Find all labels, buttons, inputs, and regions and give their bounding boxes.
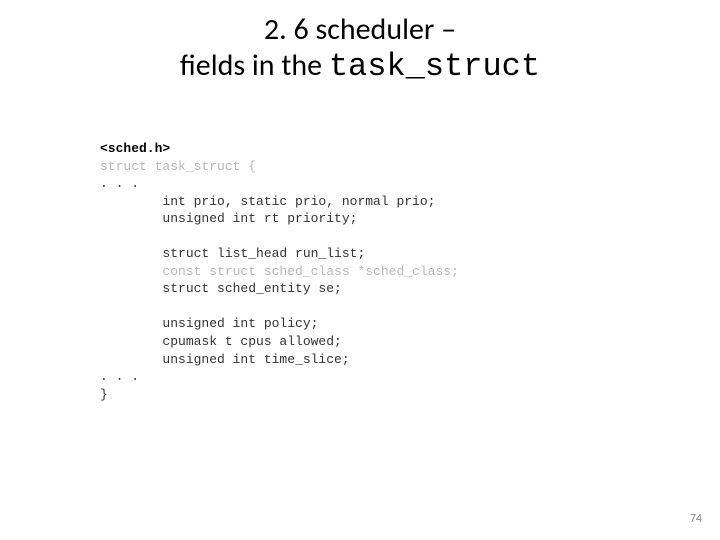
code-listing: <sched.h> struct task_struct { . . . int… [100, 140, 459, 403]
code-line: const struct sched_class *sched_class; [100, 264, 459, 279]
title-line2-prefix: fields in the [180, 47, 329, 84]
code-line: unsigned int rt priority; [100, 211, 357, 226]
slide: 2. 6 scheduler – fields in the task_stru… [0, 0, 720, 540]
code-line: unsigned int policy; [100, 316, 318, 331]
code-line: cpumask t cpus allowed; [100, 334, 342, 349]
code-close: } [100, 387, 108, 402]
code-decl: struct task_struct { [100, 159, 256, 174]
code-line: struct list_head run_list; [100, 246, 365, 261]
code-ellipsis: . . . [100, 369, 139, 384]
title-line2-code: task_struct [329, 48, 540, 85]
page-number: 74 [690, 512, 702, 526]
code-header: <sched.h> [100, 141, 170, 156]
code-line: struct sched_entity se; [100, 281, 342, 296]
code-ellipsis: . . . [100, 176, 139, 191]
code-line: int prio, static prio, normal prio; [100, 194, 435, 209]
title-line1: 2. 6 scheduler – [264, 11, 456, 48]
code-line: unsigned int time_slice; [100, 352, 350, 367]
slide-title: 2. 6 scheduler – fields in the task_stru… [0, 0, 720, 86]
